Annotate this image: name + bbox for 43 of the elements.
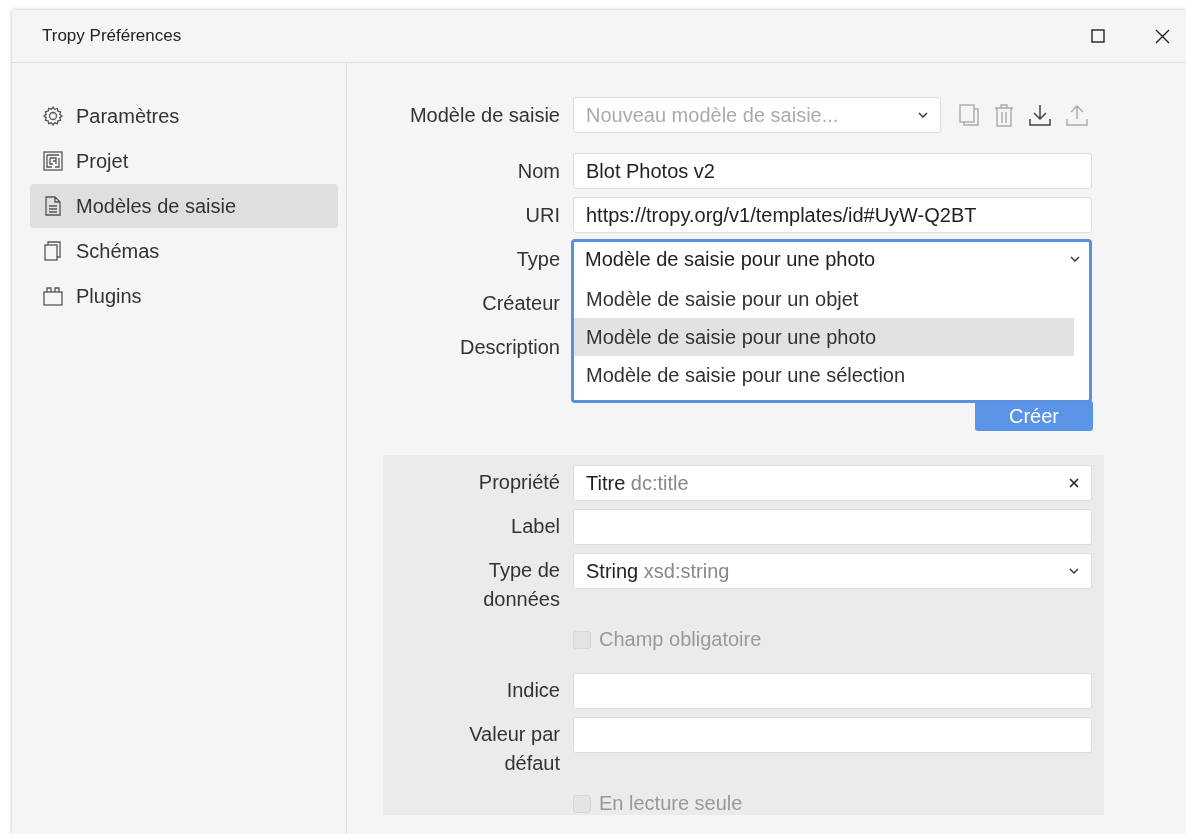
gear-icon — [42, 105, 64, 127]
field-label: Nom — [516, 159, 560, 183]
select-field[interactable]: String xsd:string — [573, 553, 1092, 589]
field-label: Type de données — [482, 558, 560, 612]
text-field[interactable] — [573, 673, 1092, 709]
sidebar-item[interactable]: Plugins — [30, 274, 338, 318]
maximize-icon[interactable] — [1091, 29, 1105, 43]
text-field[interactable]: https://tropy.org/v1/templates/id#UyW-Q2BT — [573, 197, 1092, 233]
sidebar-item[interactable]: Modèles de saisie — [30, 184, 338, 228]
sidebar-item[interactable]: Paramètres — [30, 94, 338, 138]
field-label: Description — [458, 335, 560, 359]
duplicate-icon[interactable] — [958, 103, 980, 127]
window-title: Tropy Préférences — [42, 26, 182, 46]
sidebar-item[interactable]: Projet — [30, 139, 338, 183]
plugin-icon — [42, 285, 64, 307]
text-field[interactable]: Titre dc:title — [573, 465, 1092, 501]
document-icon — [42, 195, 64, 217]
field-label: Type — [515, 247, 560, 271]
close-icon[interactable] — [1155, 28, 1170, 44]
field-label: URI — [524, 203, 560, 227]
text-field[interactable]: Blot Photos v2 — [573, 153, 1092, 189]
dropdown-option[interactable]: Modèle de saisie pour un objet — [574, 280, 1074, 318]
field-label: Propriété — [477, 470, 560, 495]
sidebar-item[interactable]: Schémas — [30, 229, 338, 273]
checkbox-label: En lecture seule — [599, 792, 743, 815]
download-icon[interactable] — [1028, 103, 1052, 127]
checkbox-label: Champ obligatoire — [599, 628, 762, 651]
field-label: Valeur par défaut — [468, 722, 560, 776]
text-field[interactable] — [573, 717, 1092, 753]
field-label: Modèle de saisie — [408, 103, 560, 127]
dropdown-option[interactable]: Modèle de saisie pour une sélection — [574, 356, 1074, 394]
maze-icon — [42, 150, 64, 172]
dropdown-option[interactable]: Modèle de saisie pour une photo — [574, 318, 1074, 356]
field-label: Créateur — [481, 291, 560, 315]
field-label: Label — [510, 514, 560, 539]
chevron-down-icon — [1069, 567, 1079, 575]
field-label: Indice — [505, 678, 560, 703]
pages-icon — [42, 240, 64, 262]
upload-icon[interactable] — [1065, 103, 1089, 127]
text-field[interactable] — [573, 509, 1092, 545]
chevron-down-icon — [918, 111, 928, 119]
trash-icon[interactable] — [993, 103, 1015, 127]
close-icon[interactable] — [1069, 478, 1079, 488]
